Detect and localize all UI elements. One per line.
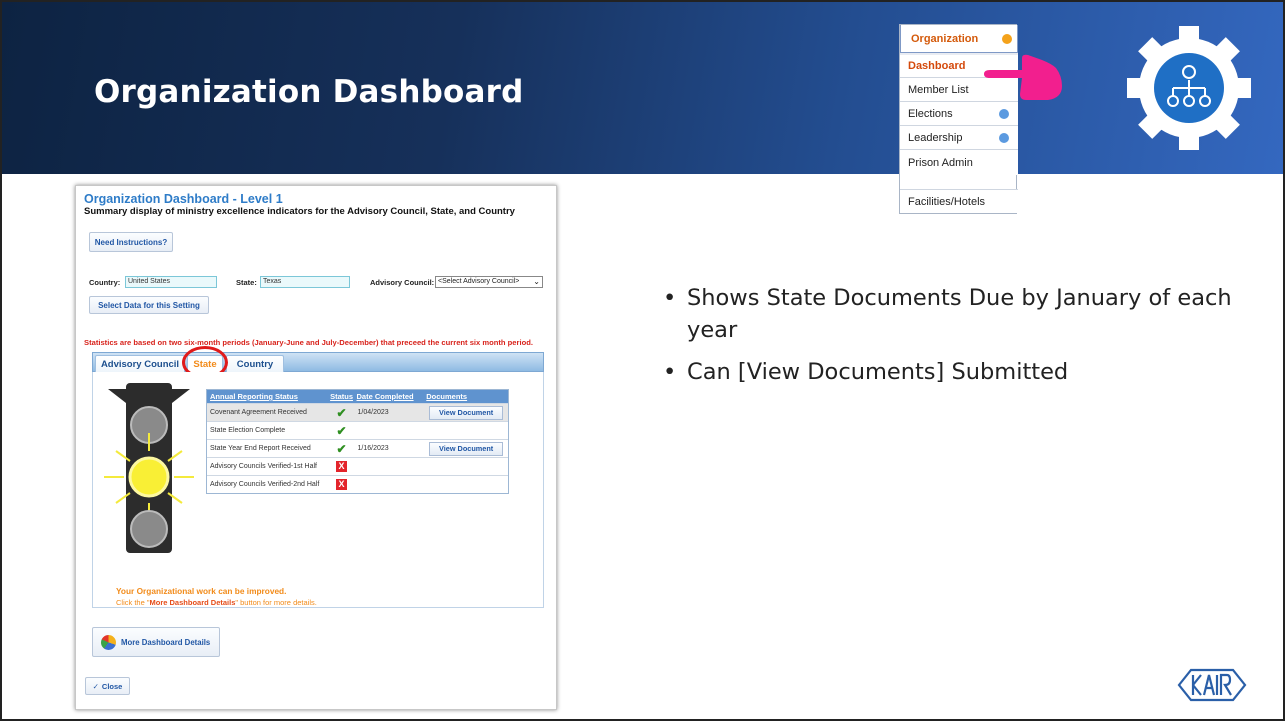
bullet-list: Shows State Documents Due by January of … <box>659 282 1259 398</box>
dashboard-window: Organization Dashboard - Level 1 Summary… <box>75 185 557 710</box>
organization-gear-icon <box>1127 26 1251 150</box>
tab-country[interactable]: Country <box>226 355 284 372</box>
traffic-light-icon <box>104 383 194 553</box>
view-document-button[interactable]: View Document <box>429 405 504 420</box>
pointer-hand-icon <box>984 54 1062 100</box>
nav-item-label: Dashboard <box>908 60 966 72</box>
table-row: Advisory Councils Verified-2nd Half X <box>207 475 508 493</box>
table-row: Advisory Councils Verified-1st Half X <box>207 457 508 475</box>
table-header: Annual Reporting Status Status Date Comp… <box>207 390 508 403</box>
close-label: Close <box>101 681 123 691</box>
nav-item-organization[interactable]: Organization <box>900 25 1018 53</box>
more-dashboard-details-label: More Dashboard Details <box>121 637 211 647</box>
slide: Organization Dashboard Organization Dash… <box>0 0 1285 721</box>
check-icon: ✔ <box>336 441 347 456</box>
table-row: Covenant Agreement Received ✔ 1/04/2023 … <box>207 403 508 421</box>
header-annual-reporting-status: Annual Reporting Status <box>210 392 298 401</box>
statistics-note: Statistics are based on two six-month pe… <box>84 338 533 347</box>
row-date: 1/16/2023 <box>357 445 389 452</box>
select-data-button[interactable]: Select Data for this Setting <box>89 296 209 314</box>
row-item: State Year End Report Received <box>210 445 311 452</box>
improvement-detail: Click the "More Dashboard Details" butto… <box>116 598 317 607</box>
nav-item-label: Facilities/Hotels <box>908 196 986 208</box>
improvement-detail-pre: Click the " <box>116 598 150 607</box>
check-icon: ✔ <box>336 423 347 438</box>
slide-title: Organization Dashboard <box>94 74 524 110</box>
nav-item-facilities-hotels[interactable]: Facilities/Hotels <box>900 189 1018 213</box>
x-mark-icon: X <box>336 479 348 490</box>
state-field[interactable]: Texas <box>260 276 350 288</box>
nav-item-label: Member List <box>908 84 969 96</box>
table-row: State Election Complete ✔ <box>207 421 508 439</box>
row-date: 1/04/2023 <box>357 409 389 416</box>
kairos-logo <box>1177 668 1247 702</box>
tab-bar: Advisory Council State Country <box>92 352 544 372</box>
more-dashboard-details-button[interactable]: More Dashboard Details <box>92 627 220 657</box>
pie-chart-icon <box>101 634 116 650</box>
state-label: State: <box>236 278 257 287</box>
header-date-completed: Date Completed <box>356 392 414 401</box>
orange-dot-icon <box>1002 34 1012 44</box>
app-title: Organization Dashboard - Level 1 <box>84 192 283 206</box>
blue-dot-icon <box>999 133 1009 143</box>
chevron-down-icon: ⌄ <box>533 277 540 286</box>
row-item: State Election Complete <box>210 427 286 434</box>
nav-item-label: Elections <box>908 108 953 120</box>
country-field[interactable]: United States <box>125 276 217 288</box>
close-button[interactable]: ✓ Close <box>85 677 130 695</box>
nav-item-label: Prison Admin <box>908 157 973 169</box>
nav-menu: Organization Dashboard Member List Elect… <box>899 24 1018 214</box>
advisory-council-value: <Select Advisory Council> <box>438 278 520 285</box>
bullet-item: Shows State Documents Due by January of … <box>659 282 1259 346</box>
need-instructions-button[interactable]: Need Instructions? <box>89 232 173 252</box>
bullet-item: Can [View Documents] Submitted <box>659 356 1259 388</box>
header-status: Status <box>330 392 353 401</box>
table-row: State Year End Report Received ✔ 1/16/20… <box>207 439 508 457</box>
nav-item-label: Leadership <box>908 132 963 144</box>
row-item: Covenant Agreement Received <box>210 409 307 416</box>
header-documents: Documents <box>426 392 468 401</box>
view-document-button[interactable]: View Document <box>429 441 504 456</box>
country-label: Country: <box>89 278 121 287</box>
advisory-council-select[interactable]: <Select Advisory Council> ⌄ <box>435 276 543 288</box>
improvement-detail-bold: More Dashboard Details <box>149 598 236 607</box>
improvement-message: Your Organizational work can be improved… <box>116 586 287 596</box>
row-item: Advisory Councils Verified-2nd Half <box>210 481 320 488</box>
check-icon: ✔ <box>336 405 347 420</box>
nav-item-elections[interactable]: Elections <box>900 101 1018 125</box>
check-icon: ✓ <box>92 681 99 691</box>
nav-item-label: Organization <box>911 33 979 45</box>
annual-reporting-table: Annual Reporting Status Status Date Comp… <box>206 389 509 494</box>
blue-dot-icon <box>999 109 1009 119</box>
advisory-council-label: Advisory Council: <box>370 278 435 287</box>
tab-advisory-council[interactable]: Advisory Council <box>95 355 185 372</box>
nav-item-prison-admin[interactable]: Prison Admin <box>900 149 1018 175</box>
nav-item-leadership[interactable]: Leadership <box>900 125 1018 149</box>
improvement-detail-post: " button for more details. <box>235 598 317 607</box>
app-subtitle: Summary display of ministry excellence i… <box>84 206 515 217</box>
row-item: Advisory Councils Verified-1st Half <box>210 463 317 470</box>
x-mark-icon: X <box>336 461 348 472</box>
